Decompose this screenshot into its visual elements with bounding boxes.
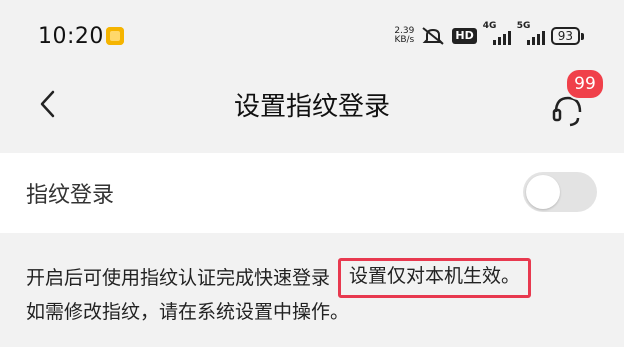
description-text: 开启后可使用指纹认证完成快速登录 设置仅对本机生效。 如需修改指纹，请在系统设置… xyxy=(26,258,616,326)
status-bar: 10:20 2.39 KB/s HD 4G 5G 93 xyxy=(0,0,624,72)
network-speed: 2.39 KB/s xyxy=(394,26,415,45)
app-notification-icon xyxy=(106,27,124,45)
page-title: 设置指纹登录 xyxy=(233,92,390,122)
fingerprint-login-toggle[interactable] xyxy=(523,172,597,212)
mute-icon xyxy=(422,27,444,45)
fingerprint-login-row[interactable]: 指纹登录 xyxy=(0,153,624,233)
toggle-knob xyxy=(526,175,560,209)
description-line2: 如需修改指纹，请在系统设置中操作。 xyxy=(26,301,350,323)
battery-icon: 93 xyxy=(550,27,584,45)
signal-4g-icon: 4G xyxy=(483,21,511,45)
nav-bar: 设置指纹登录 xyxy=(0,72,624,138)
fingerprint-login-label: 指纹登录 xyxy=(26,183,115,208)
status-icons: 2.39 KB/s HD 4G 5G 93 xyxy=(394,21,584,48)
hd-voice-icon: HD xyxy=(452,28,477,44)
signal-5g-icon: 5G xyxy=(517,21,545,45)
notification-badge: 99 xyxy=(565,68,605,100)
highlighted-note: 设置仅对本机生效。 xyxy=(338,258,532,298)
description-line1: 开启后可使用指纹认证完成快速登录 xyxy=(26,267,331,289)
status-time: 10:20 xyxy=(38,24,104,49)
